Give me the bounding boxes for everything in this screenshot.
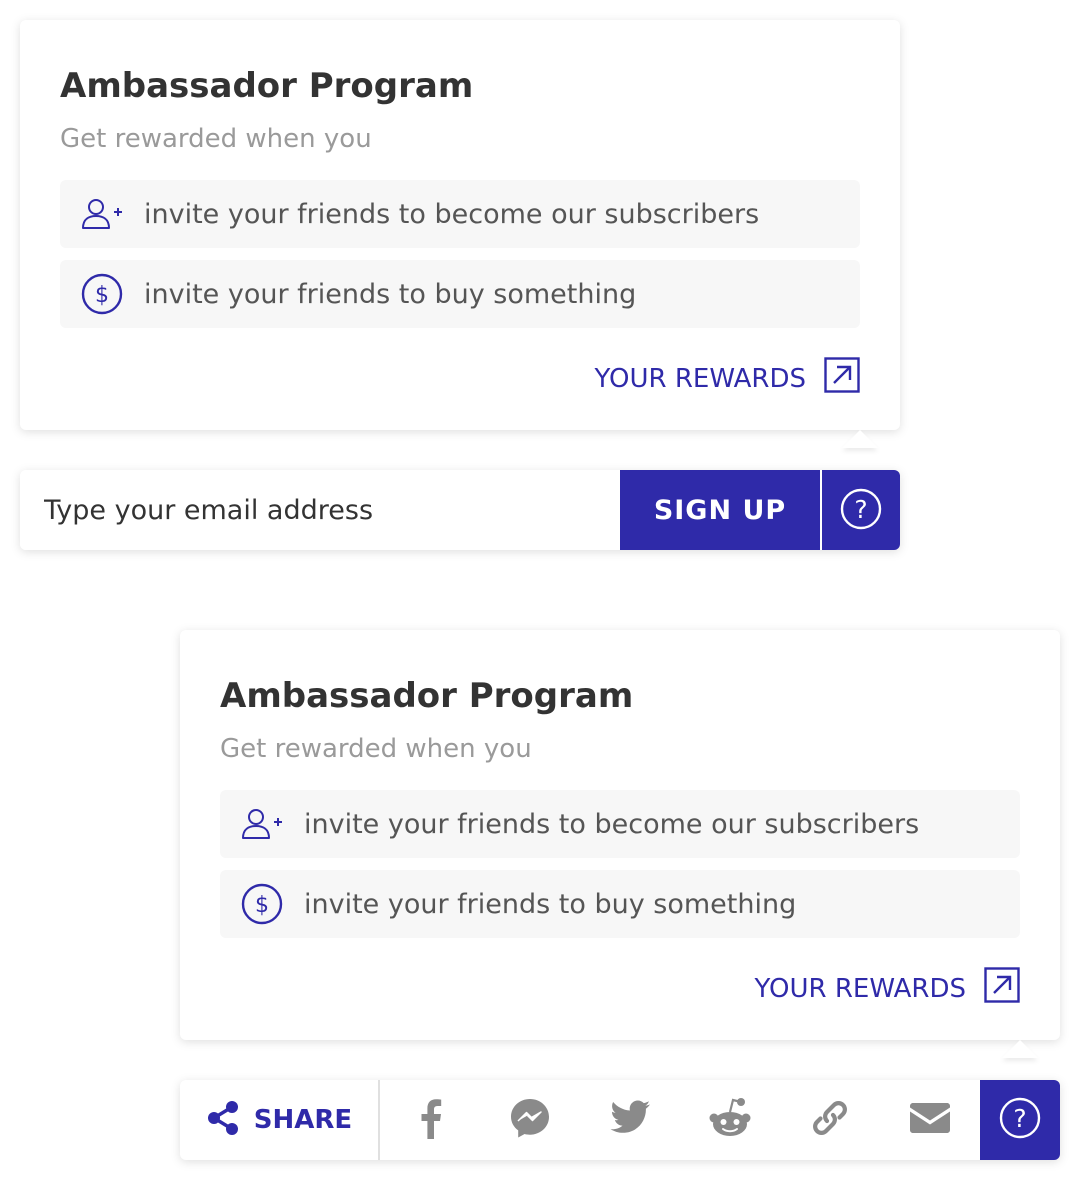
external-link-icon: [824, 357, 860, 400]
reward-item-text: invite your friends to buy something: [304, 888, 797, 920]
share-link-button[interactable]: [780, 1080, 880, 1160]
your-rewards-label: YOUR REWARDS: [754, 973, 966, 1004]
user-plus-icon: [80, 192, 124, 236]
share-bar: SHARE ?: [180, 1080, 1060, 1160]
question-circle-icon: ?: [840, 488, 882, 533]
svg-text:$: $: [95, 283, 109, 308]
share-messenger-button[interactable]: [480, 1080, 580, 1160]
user-plus-icon: [240, 802, 284, 846]
messenger-icon: [509, 1097, 551, 1143]
share-icon: [206, 1100, 240, 1140]
reward-item-text: invite your friends to become our subscr…: [304, 808, 920, 840]
external-link-icon: [984, 967, 1020, 1010]
share-facebook-button[interactable]: [380, 1080, 480, 1160]
svg-text:?: ?: [1013, 1104, 1026, 1133]
reward-item-purchase: $ invite your friends to buy something: [220, 870, 1020, 938]
question-circle-icon: ?: [999, 1097, 1041, 1143]
share-label: SHARE: [253, 1105, 353, 1135]
reward-item-subscribers: invite your friends to become our subscr…: [60, 180, 860, 248]
svg-text:?: ?: [854, 495, 867, 524]
your-rewards-link[interactable]: YOUR REWARDS: [755, 967, 1020, 1010]
card-pointer: [842, 430, 878, 448]
dollar-circle-icon: $: [80, 272, 124, 316]
email-input[interactable]: [20, 470, 620, 550]
share-email-button[interactable]: [880, 1080, 980, 1160]
your-rewards-label: YOUR REWARDS: [594, 363, 806, 394]
email-icon: [909, 1102, 951, 1138]
share-reddit-button[interactable]: [680, 1080, 780, 1160]
dollar-circle-icon: $: [240, 882, 284, 926]
your-rewards-link[interactable]: YOUR REWARDS: [595, 357, 860, 400]
facebook-icon: [418, 1097, 442, 1143]
card-subtitle: Get rewarded when you: [60, 124, 372, 154]
ambassador-card-top: Ambassador Program Get rewarded when you…: [20, 20, 900, 430]
card-title: Ambassador Program: [220, 676, 634, 716]
share-twitter-button[interactable]: [580, 1080, 680, 1160]
help-button[interactable]: ?: [980, 1080, 1060, 1160]
reward-item-purchase: $ invite your friends to buy something: [60, 260, 860, 328]
reddit-icon: [708, 1097, 752, 1143]
reward-item-text: invite your friends to become our subscr…: [144, 198, 760, 230]
svg-text:$: $: [255, 893, 269, 918]
share-button[interactable]: SHARE: [180, 1080, 380, 1160]
card-pointer: [1002, 1040, 1038, 1058]
help-button[interactable]: ?: [820, 470, 900, 550]
sign-up-button[interactable]: SIGN UP: [620, 470, 820, 550]
twitter-icon: [609, 1100, 651, 1140]
link-icon: [809, 1097, 851, 1143]
signup-bar: SIGN UP ?: [20, 470, 900, 550]
ambassador-card-bottom: Ambassador Program Get rewarded when you…: [180, 630, 1060, 1040]
reward-item-subscribers: invite your friends to become our subscr…: [220, 790, 1020, 858]
card-title: Ambassador Program: [60, 66, 474, 106]
card-subtitle: Get rewarded when you: [220, 734, 532, 764]
reward-item-text: invite your friends to buy something: [144, 278, 637, 310]
